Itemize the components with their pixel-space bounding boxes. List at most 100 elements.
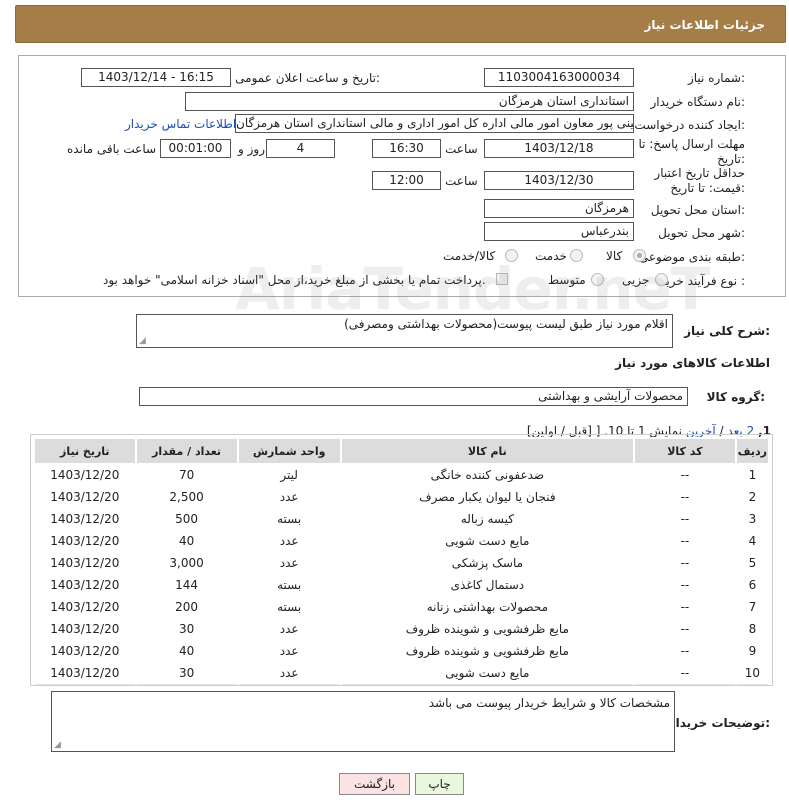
cell-unit: عدد	[236, 485, 342, 509]
cell-code: --	[633, 617, 737, 641]
cell-code: --	[633, 529, 737, 553]
cell-unit: بسته	[236, 595, 342, 619]
cell-code: --	[633, 485, 737, 509]
city-label: شهر محل تحویل:	[658, 226, 745, 240]
announce-label: تاریخ و ساعت اعلان عمومی:	[235, 71, 380, 85]
cell-quantity: 70	[134, 463, 239, 487]
col-header-name: نام کالا	[339, 437, 636, 465]
cell-date: 1403/12/20	[33, 463, 137, 487]
validity-label: حداقل تاریخ اعتبار قیمت: تا تاریخ:	[654, 166, 745, 195]
creator-field[interactable]: علی معینی پور معاون امور مالی اداره کل ا…	[235, 114, 634, 133]
goods-group-label: گروه کالا:	[706, 390, 765, 404]
cell-name: فنجان یا لیوان یکبار مصرف	[339, 485, 636, 509]
cell-date: 1403/12/20	[33, 485, 137, 509]
cell-code: --	[633, 551, 737, 575]
cell-name: کیسه زباله	[339, 507, 636, 531]
cell-unit: لیتر	[236, 463, 342, 487]
cell-quantity: 30	[134, 661, 239, 685]
cell-code: --	[633, 573, 737, 597]
back-button[interactable]: بازگشت	[339, 773, 410, 795]
table-row: 1 -- ضدعفونی کننده خانگی لیتر 70 1403/12/20	[33, 463, 771, 487]
col-header-row-number: ردیف	[734, 437, 771, 465]
deadline-time-label: ساعت	[445, 142, 478, 156]
goods-group-field[interactable]: محصولات آرایشی و بهداشتی	[139, 387, 688, 406]
buyer-notes-textarea[interactable]: مشخصات کالا و شرایط خریدار پیوست می باشد…	[51, 691, 675, 752]
watermark-logo: AriaTender.neT	[235, 255, 710, 323]
cell-row-number: 10	[734, 661, 771, 685]
cell-row-number: 3	[734, 507, 771, 531]
cell-unit: عدد	[236, 617, 342, 641]
cell-name: ماسک پزشکی	[339, 551, 636, 575]
buyer-notes-text: مشخصات کالا و شرایط خریدار پیوست می باشد	[428, 696, 670, 710]
cell-quantity: 40	[134, 529, 239, 553]
cell-unit: عدد	[236, 661, 342, 685]
col-header-unit: واحد شمارش	[236, 437, 342, 465]
deadline-label: مهلت ارسال پاسخ: تا تاریخ:	[638, 137, 745, 166]
summary-textarea[interactable]: اقلام مورد نیاز طبق لیست پیوست(محصولات ب…	[136, 314, 673, 348]
table-row: 3 -- کیسه زباله بسته 500 1403/12/20	[33, 507, 771, 531]
cell-row-number: 4	[734, 529, 771, 553]
cell-unit: بسته	[236, 573, 342, 597]
announce-field[interactable]: 1403/12/14 - 16:15	[81, 68, 231, 87]
city-field[interactable]: بندرعباس	[484, 222, 634, 241]
col-header-quantity: تعداد / مقدار	[134, 437, 239, 465]
cell-name: مایع ظرفشویی و شوینده ظروف	[339, 617, 636, 641]
cell-date: 1403/12/20	[33, 639, 137, 663]
col-header-date: تاریخ نیاز	[33, 437, 137, 465]
cell-row-number: 2	[734, 485, 771, 509]
need-number-label: شماره نیاز:	[687, 71, 745, 85]
buyer-org-field[interactable]: استانداری استان هرمزگان	[185, 92, 634, 111]
cell-row-number: 8	[734, 617, 771, 641]
buyer-notes-label: توضیحات خریدار:	[668, 716, 770, 730]
creator-label: ایجاد کننده درخواست:	[634, 118, 745, 132]
table-row: 4 -- مایع دست شویی عدد 40 1403/12/20	[33, 529, 771, 553]
remaining-time-field[interactable]: 00:01:00	[160, 139, 231, 158]
page-header: جزئیات اطلاعات نیاز	[15, 5, 786, 43]
contact-info-link[interactable]: اطلاعات تماس خریدار	[125, 117, 236, 131]
print-button[interactable]: چاپ	[415, 773, 464, 795]
days-label: روز و	[238, 142, 265, 156]
cell-name: مایع ظرفشویی و شوینده ظروف	[339, 639, 636, 663]
cell-row-number: 6	[734, 573, 771, 597]
province-label: استان محل تحویل:	[650, 203, 745, 217]
validity-time-field[interactable]: 12:00	[372, 171, 441, 190]
cell-quantity: 3,000	[134, 551, 239, 575]
province-field[interactable]: هرمزگان	[484, 199, 634, 218]
cell-date: 1403/12/20	[33, 573, 137, 597]
cell-row-number: 5	[734, 551, 771, 575]
table-row: 7 -- محصولات بهداشتی زنانه بسته 200 1403/12/2…	[33, 595, 771, 619]
cell-name: مایع دست شویی	[339, 661, 636, 685]
cell-name: ضدعفونی کننده خانگی	[339, 463, 636, 487]
cell-quantity: 30	[134, 617, 239, 641]
validity-time-label: ساعت	[445, 174, 478, 188]
cell-unit: عدد	[236, 551, 342, 575]
table-row: 8 -- مایع ظرفشویی و شوینده ظروف عدد 30 1403/1…	[33, 617, 771, 641]
cell-code: --	[633, 661, 737, 685]
col-header-code: کد کالا	[633, 437, 737, 465]
cell-quantity: 200	[134, 595, 239, 619]
need-number-field[interactable]: 1103004163000034	[484, 68, 634, 87]
cell-code: --	[633, 507, 737, 531]
validity-date-field[interactable]: 1403/12/30	[484, 171, 634, 190]
cell-date: 1403/12/20	[33, 507, 137, 531]
deadline-date-field[interactable]: 1403/12/18	[484, 139, 634, 158]
buyer-org-label: نام دستگاه خریدار:	[650, 95, 746, 109]
cell-row-number: 9	[734, 639, 771, 663]
cell-date: 1403/12/20	[33, 617, 137, 641]
cell-unit: عدد	[236, 529, 342, 553]
days-field[interactable]: 4	[266, 139, 335, 158]
cell-row-number: 7	[734, 595, 771, 619]
resize-handle-icon[interactable]: ◢	[139, 336, 146, 346]
remaining-label: ساعت باقی مانده	[67, 142, 157, 156]
cell-date: 1403/12/20	[33, 529, 137, 553]
deadline-time-field[interactable]: 16:30	[372, 139, 441, 158]
cell-code: --	[633, 595, 737, 619]
resize-handle-icon[interactable]: ◢	[54, 740, 61, 750]
table-header-row: ردیف کد کالا نام کالا واحد شمارش تعداد /…	[33, 437, 771, 465]
cell-row-number: 1	[734, 463, 771, 487]
cell-name: محصولات بهداشتی زنانه	[339, 595, 636, 619]
table-row: 2 -- فنجان یا لیوان یکبار مصرف عدد 2,500 1403…	[33, 485, 771, 509]
table-row: 9 -- مایع ظرفشویی و شوینده ظروف عدد 40 1403/1…	[33, 639, 771, 663]
page-title: جزئیات اطلاعات نیاز	[644, 18, 765, 32]
cell-code: --	[633, 639, 737, 663]
